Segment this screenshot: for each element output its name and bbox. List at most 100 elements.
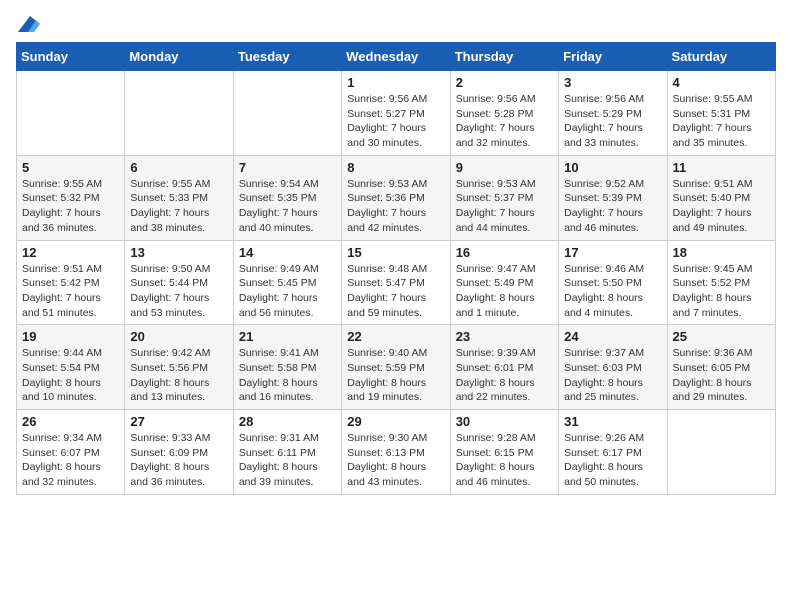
day-info-text: Sunrise: 9:34 AM bbox=[22, 431, 119, 446]
day-info-text: Sunset: 6:11 PM bbox=[239, 446, 336, 461]
day-info-text: Daylight: 8 hours bbox=[347, 376, 444, 391]
weekday-header-cell: Saturday bbox=[667, 43, 775, 71]
day-info-text: Sunrise: 9:53 AM bbox=[456, 177, 553, 192]
day-info-text: and 38 minutes. bbox=[130, 221, 227, 236]
day-number: 17 bbox=[564, 245, 661, 260]
weekday-header-cell: Thursday bbox=[450, 43, 558, 71]
day-number: 27 bbox=[130, 414, 227, 429]
day-number: 28 bbox=[239, 414, 336, 429]
day-info-text: Sunset: 6:03 PM bbox=[564, 361, 661, 376]
day-info-text: Daylight: 8 hours bbox=[347, 460, 444, 475]
day-info-text: and 46 minutes. bbox=[564, 221, 661, 236]
day-number: 7 bbox=[239, 160, 336, 175]
day-info-text: and 36 minutes. bbox=[22, 221, 119, 236]
calendar-day-cell: 10Sunrise: 9:52 AMSunset: 5:39 PMDayligh… bbox=[559, 155, 667, 240]
day-info-text: Sunset: 6:15 PM bbox=[456, 446, 553, 461]
calendar-day-cell: 5Sunrise: 9:55 AMSunset: 5:32 PMDaylight… bbox=[17, 155, 125, 240]
weekday-header-cell: Monday bbox=[125, 43, 233, 71]
day-info-text: and 43 minutes. bbox=[347, 475, 444, 490]
calendar-week-row: 19Sunrise: 9:44 AMSunset: 5:54 PMDayligh… bbox=[17, 325, 776, 410]
calendar-day-cell: 31Sunrise: 9:26 AMSunset: 6:17 PMDayligh… bbox=[559, 410, 667, 495]
calendar-week-row: 12Sunrise: 9:51 AMSunset: 5:42 PMDayligh… bbox=[17, 240, 776, 325]
day-info-text: Daylight: 7 hours bbox=[130, 206, 227, 221]
calendar-day-cell: 27Sunrise: 9:33 AMSunset: 6:09 PMDayligh… bbox=[125, 410, 233, 495]
day-info-text: Daylight: 7 hours bbox=[22, 206, 119, 221]
calendar-day-cell bbox=[17, 71, 125, 156]
day-info-text: Sunrise: 9:45 AM bbox=[673, 262, 770, 277]
day-info-text: Daylight: 7 hours bbox=[564, 121, 661, 136]
day-info-text: Sunset: 5:47 PM bbox=[347, 276, 444, 291]
calendar-day-cell: 1Sunrise: 9:56 AMSunset: 5:27 PMDaylight… bbox=[342, 71, 450, 156]
day-info-text: and 49 minutes. bbox=[673, 221, 770, 236]
day-number: 18 bbox=[673, 245, 770, 260]
day-info-text: Sunrise: 9:47 AM bbox=[456, 262, 553, 277]
logo bbox=[16, 16, 40, 32]
day-info-text: Daylight: 8 hours bbox=[564, 376, 661, 391]
day-info-text: Sunrise: 9:55 AM bbox=[130, 177, 227, 192]
day-info-text: Sunset: 5:50 PM bbox=[564, 276, 661, 291]
day-info-text: and 40 minutes. bbox=[239, 221, 336, 236]
day-info-text: Daylight: 7 hours bbox=[564, 206, 661, 221]
day-info-text: and 36 minutes. bbox=[130, 475, 227, 490]
calendar-table: SundayMondayTuesdayWednesdayThursdayFrid… bbox=[16, 42, 776, 495]
day-info-text: Sunrise: 9:56 AM bbox=[347, 92, 444, 107]
day-info-text: Daylight: 8 hours bbox=[239, 376, 336, 391]
day-number: 29 bbox=[347, 414, 444, 429]
day-info-text: Sunset: 5:35 PM bbox=[239, 191, 336, 206]
day-info-text: Daylight: 8 hours bbox=[673, 291, 770, 306]
day-number: 13 bbox=[130, 245, 227, 260]
day-info-text: and 35 minutes. bbox=[673, 136, 770, 151]
day-info-text: Daylight: 7 hours bbox=[456, 206, 553, 221]
day-info-text: and 50 minutes. bbox=[564, 475, 661, 490]
calendar-day-cell: 18 Sunrise: 9:45 AMSunset: 5:52 PMDayligh… bbox=[667, 240, 775, 325]
day-info-text: Sunrise: 9:31 AM bbox=[239, 431, 336, 446]
day-info-text: Sunset: 5:58 PM bbox=[239, 361, 336, 376]
day-number: 11 bbox=[673, 160, 770, 175]
day-number: 1 bbox=[347, 75, 444, 90]
day-info-text: Daylight: 7 hours bbox=[239, 291, 336, 306]
day-info-text: Sunset: 5:40 PM bbox=[673, 191, 770, 206]
calendar-day-cell: 15Sunrise: 9:48 AMSunset: 5:47 PMDayligh… bbox=[342, 240, 450, 325]
day-info-text: and 56 minutes. bbox=[239, 306, 336, 321]
day-number: 20 bbox=[130, 329, 227, 344]
day-info-text: and 19 minutes. bbox=[347, 390, 444, 405]
day-info-text: and 53 minutes. bbox=[130, 306, 227, 321]
calendar-week-row: 5Sunrise: 9:55 AMSunset: 5:32 PMDaylight… bbox=[17, 155, 776, 240]
day-info-text: Sunset: 5:52 PM bbox=[673, 276, 770, 291]
day-number: 12 bbox=[22, 245, 119, 260]
day-info-text: Sunset: 5:49 PM bbox=[456, 276, 553, 291]
calendar-week-row: 26Sunrise: 9:34 AMSunset: 6:07 PMDayligh… bbox=[17, 410, 776, 495]
day-info-text: Sunset: 6:05 PM bbox=[673, 361, 770, 376]
day-number: 15 bbox=[347, 245, 444, 260]
calendar-day-cell: 3Sunrise: 9:56 AMSunset: 5:29 PMDaylight… bbox=[559, 71, 667, 156]
day-info-text: Sunrise: 9:36 AM bbox=[673, 346, 770, 361]
day-info-text: Sunrise: 9:53 AM bbox=[347, 177, 444, 192]
day-info-text: and 39 minutes. bbox=[239, 475, 336, 490]
calendar-day-cell: 23Sunrise: 9:39 AMSunset: 6:01 PMDayligh… bbox=[450, 325, 558, 410]
day-info-text: and 10 minutes. bbox=[22, 390, 119, 405]
calendar-day-cell: 13Sunrise: 9:50 AMSunset: 5:44 PMDayligh… bbox=[125, 240, 233, 325]
day-info-text: Sunrise: 9:55 AM bbox=[673, 92, 770, 107]
day-info-text: Daylight: 8 hours bbox=[130, 376, 227, 391]
calendar-day-cell: 26Sunrise: 9:34 AMSunset: 6:07 PMDayligh… bbox=[17, 410, 125, 495]
day-info-text: Sunset: 6:13 PM bbox=[347, 446, 444, 461]
day-info-text: and 22 minutes. bbox=[456, 390, 553, 405]
day-info-text: Sunset: 6:01 PM bbox=[456, 361, 553, 376]
day-info-text: Daylight: 8 hours bbox=[239, 460, 336, 475]
day-info-text: Sunset: 5:32 PM bbox=[22, 191, 119, 206]
day-info-text: Daylight: 8 hours bbox=[564, 460, 661, 475]
calendar-day-cell: 14Sunrise: 9:49 AMSunset: 5:45 PMDayligh… bbox=[233, 240, 341, 325]
calendar-day-cell: 17Sunrise: 9:46 AMSunset: 5:50 PMDayligh… bbox=[559, 240, 667, 325]
weekday-header-cell: Tuesday bbox=[233, 43, 341, 71]
day-info-text: Daylight: 7 hours bbox=[673, 121, 770, 136]
day-info-text: Sunrise: 9:56 AM bbox=[564, 92, 661, 107]
day-number: 3 bbox=[564, 75, 661, 90]
day-info-text: and 32 minutes. bbox=[456, 136, 553, 151]
day-info-text: Daylight: 8 hours bbox=[22, 376, 119, 391]
day-number: 22 bbox=[347, 329, 444, 344]
calendar-day-cell: 8Sunrise: 9:53 AMSunset: 5:36 PMDaylight… bbox=[342, 155, 450, 240]
day-info-text: Sunrise: 9:51 AM bbox=[673, 177, 770, 192]
calendar-day-cell: 24Sunrise: 9:37 AMSunset: 6:03 PMDayligh… bbox=[559, 325, 667, 410]
day-info-text: Daylight: 7 hours bbox=[22, 291, 119, 306]
calendar-day-cell: 7Sunrise: 9:54 AMSunset: 5:35 PMDaylight… bbox=[233, 155, 341, 240]
